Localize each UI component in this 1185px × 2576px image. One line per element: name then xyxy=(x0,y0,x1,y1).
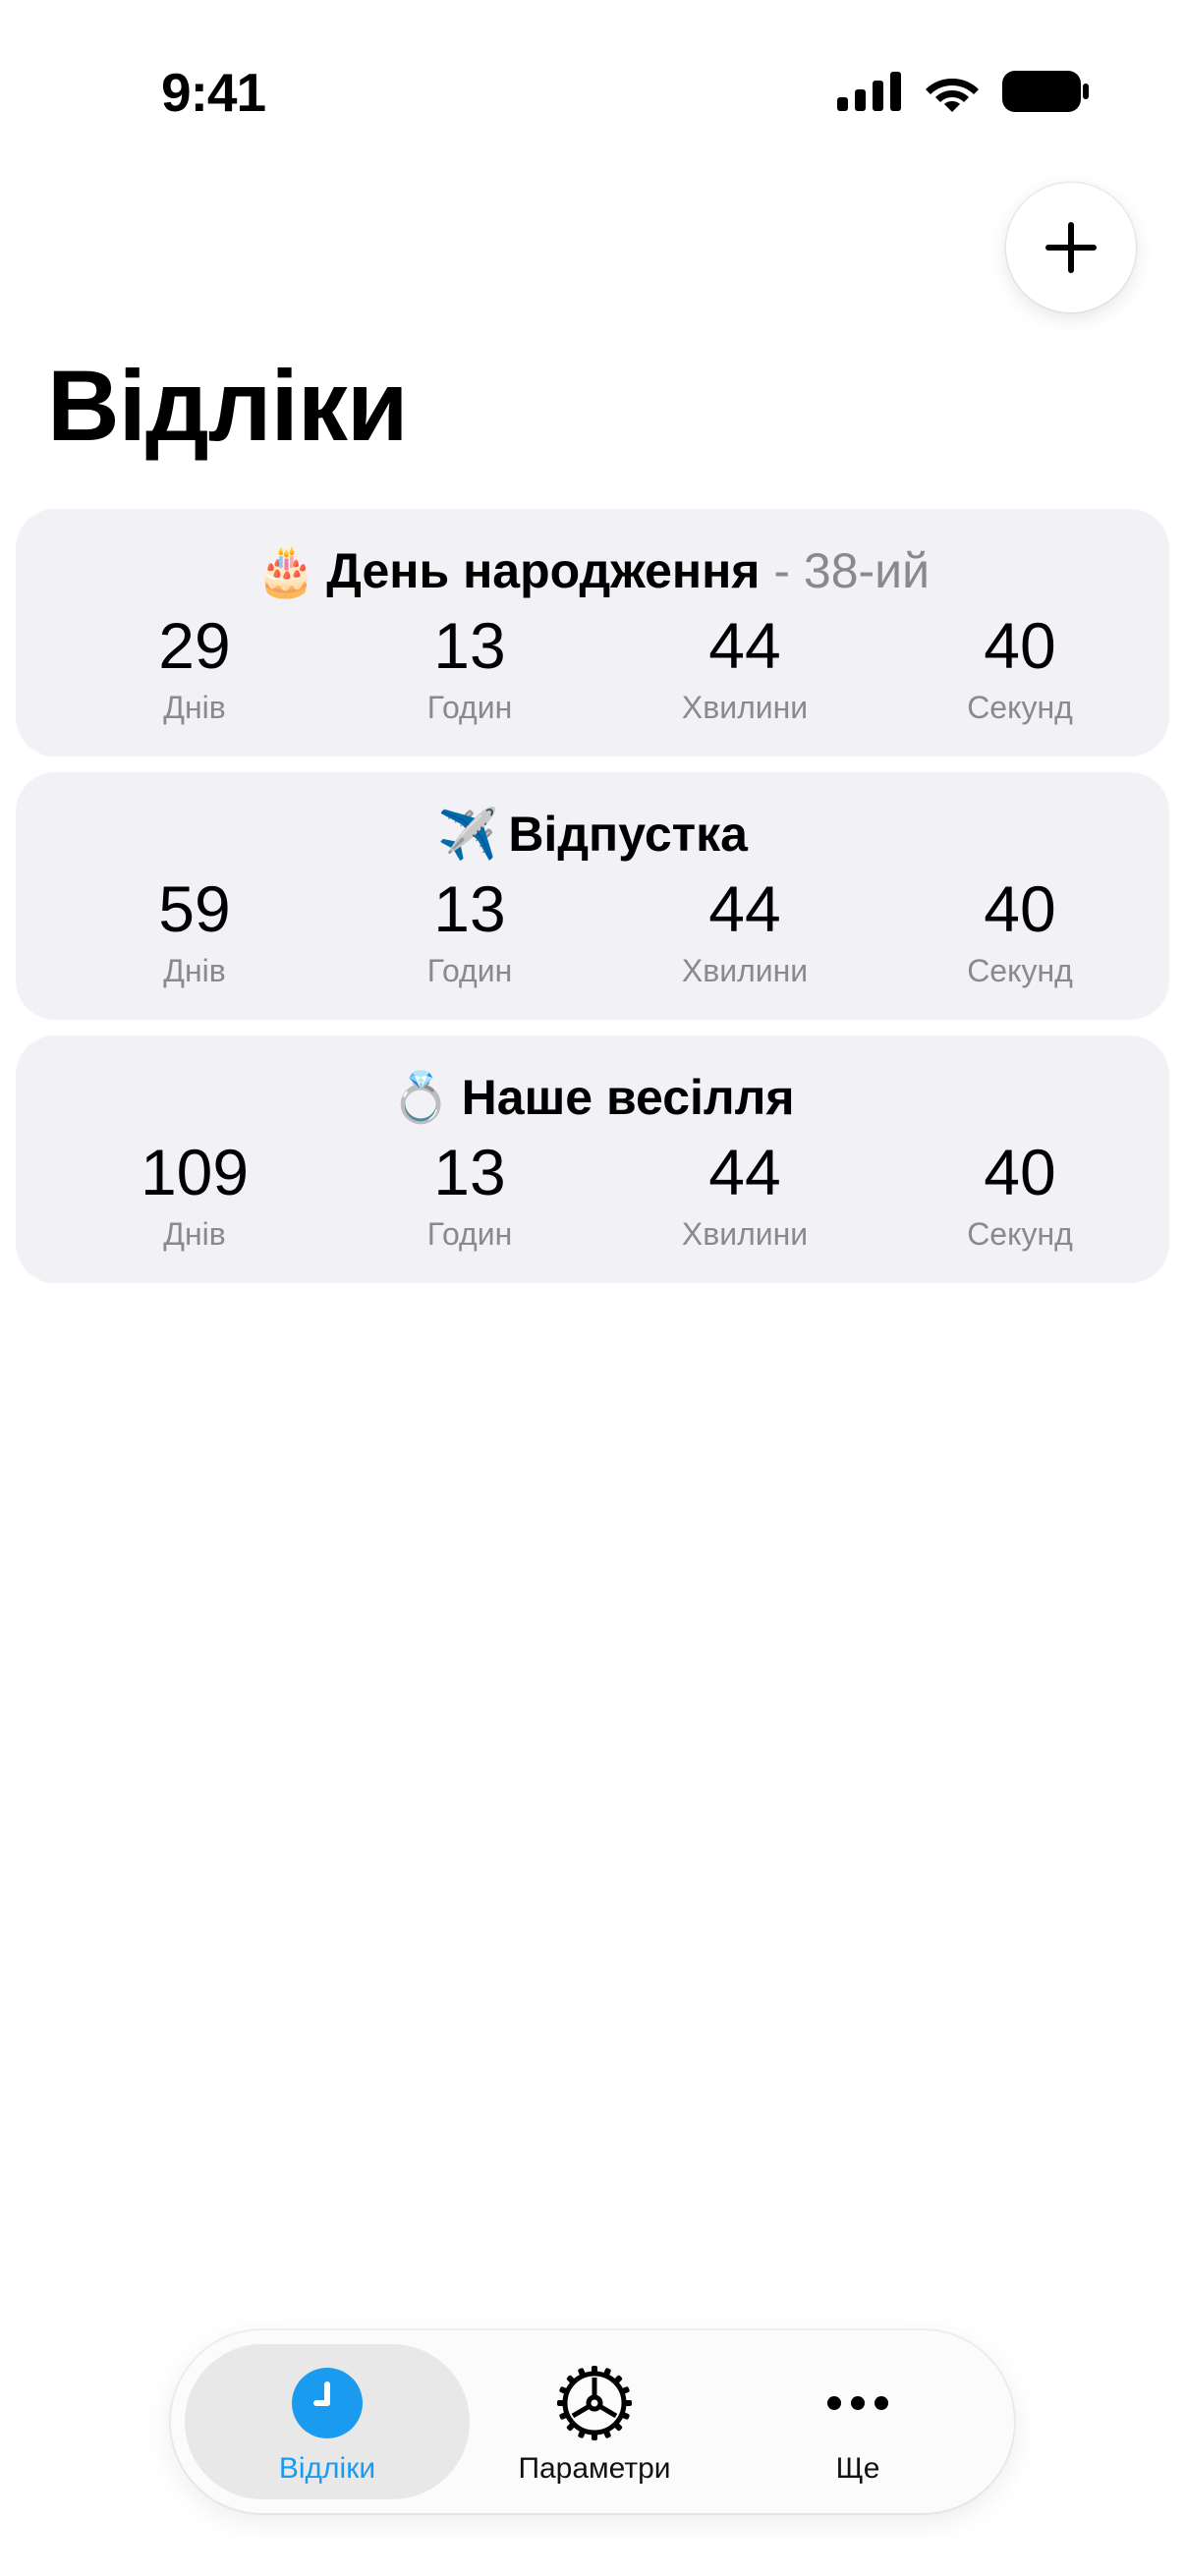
tab-label: Параметри xyxy=(518,2452,671,2485)
tab-countdowns[interactable]: Відліки xyxy=(185,2344,470,2499)
days-unit: 59 Днів xyxy=(77,876,312,989)
hours-unit: 13 Годин xyxy=(352,613,588,726)
countdown-suffix: - 38-ий xyxy=(760,543,931,598)
days-label: Днів xyxy=(163,953,226,988)
seconds-unit: 40 Секунд xyxy=(902,1140,1138,1253)
hours-value: 13 xyxy=(433,609,506,682)
tab-settings[interactable]: Параметри xyxy=(452,2344,737,2499)
minutes-label: Хвилини xyxy=(681,690,809,725)
gear-icon xyxy=(557,2366,632,2440)
countdown-title: 💍 Наше весілля xyxy=(16,1071,1169,1125)
days-value: 29 xyxy=(158,609,231,682)
minutes-unit: 44 Хвилини xyxy=(627,613,863,726)
countdown-title: ✈️ Відпустка xyxy=(16,808,1169,862)
countdown-name: Наше весілля xyxy=(461,1070,795,1125)
clock-icon xyxy=(292,2368,363,2438)
add-countdown-button[interactable] xyxy=(1006,183,1136,312)
days-value: 59 xyxy=(158,872,231,945)
days-value: 109 xyxy=(140,1136,250,1208)
page-title: Відліки xyxy=(47,350,409,462)
minutes-unit: 44 Хвилини xyxy=(627,1140,863,1253)
tab-more[interactable]: Ще xyxy=(715,2344,1000,2499)
battery-icon xyxy=(1002,71,1089,112)
seconds-value: 40 xyxy=(984,1136,1056,1208)
birthday-cake-icon: 🎂 xyxy=(254,543,317,598)
minutes-label: Хвилини xyxy=(681,1216,809,1252)
countdown-name: День народження xyxy=(326,543,761,598)
seconds-unit: 40 Секунд xyxy=(902,876,1138,989)
seconds-unit: 40 Секунд xyxy=(902,613,1138,726)
countdown-units: 59 Днів 13 Годин 44 Хвилини 40 Секунд xyxy=(16,876,1169,1004)
tab-label: Ще xyxy=(835,2452,880,2485)
countdown-list: 🎂 День народження - 38-ий 29 Днів 13 Годи… xyxy=(16,509,1169,1299)
hours-unit: 13 Годин xyxy=(352,876,588,989)
days-unit: 29 Днів xyxy=(77,613,312,726)
minutes-value: 44 xyxy=(708,872,781,945)
hours-label: Годин xyxy=(426,1216,513,1252)
airplane-icon: ✈️ xyxy=(437,807,499,862)
seconds-value: 40 xyxy=(984,609,1056,682)
days-label: Днів xyxy=(163,1216,226,1252)
countdown-title: 🎂 День народження - 38-ий xyxy=(16,544,1169,598)
seconds-label: Секунд xyxy=(967,953,1073,988)
tab-bar: Відліки Параметри Ще xyxy=(171,2330,1014,2513)
countdown-units: 109 Днів 13 Годин 44 Хвилини 40 Секунд xyxy=(16,1140,1169,1267)
countdown-card-birthday[interactable]: 🎂 День народження - 38-ий 29 Днів 13 Годи… xyxy=(16,509,1169,756)
hours-label: Годин xyxy=(426,953,513,988)
minutes-label: Хвилини xyxy=(681,953,809,988)
countdown-card-wedding[interactable]: 💍 Наше весілля 109 Днів 13 Годин 44 Хвили… xyxy=(16,1036,1169,1283)
status-time: 9:41 xyxy=(161,62,266,123)
tab-label: Відліки xyxy=(278,2452,376,2485)
hours-value: 13 xyxy=(433,872,506,945)
wifi-icon xyxy=(926,79,979,112)
days-label: Днів xyxy=(163,690,226,725)
days-unit: 109 Днів xyxy=(77,1140,312,1253)
status-bar: 9:41 xyxy=(0,0,1185,187)
seconds-label: Секунд xyxy=(967,1216,1073,1252)
hours-unit: 13 Годин xyxy=(352,1140,588,1253)
countdown-name: Відпустка xyxy=(508,807,748,862)
countdown-card-vacation[interactable]: ✈️ Відпустка 59 Днів 13 Годин 44 Хвилини … xyxy=(16,772,1169,1020)
plus-icon xyxy=(1045,222,1097,273)
minutes-value: 44 xyxy=(708,1136,781,1208)
more-icon xyxy=(827,2396,888,2410)
status-icons xyxy=(837,71,1089,112)
hours-value: 13 xyxy=(433,1136,506,1208)
seconds-label: Секунд xyxy=(967,690,1073,725)
cellular-signal-icon xyxy=(837,72,901,111)
minutes-unit: 44 Хвилини xyxy=(627,876,863,989)
minutes-value: 44 xyxy=(708,609,781,682)
hours-label: Годин xyxy=(426,690,513,725)
countdown-units: 29 Днів 13 Годин 44 Хвилини 40 Секунд xyxy=(16,613,1169,741)
seconds-value: 40 xyxy=(984,872,1056,945)
ring-icon: 💍 xyxy=(390,1070,452,1125)
